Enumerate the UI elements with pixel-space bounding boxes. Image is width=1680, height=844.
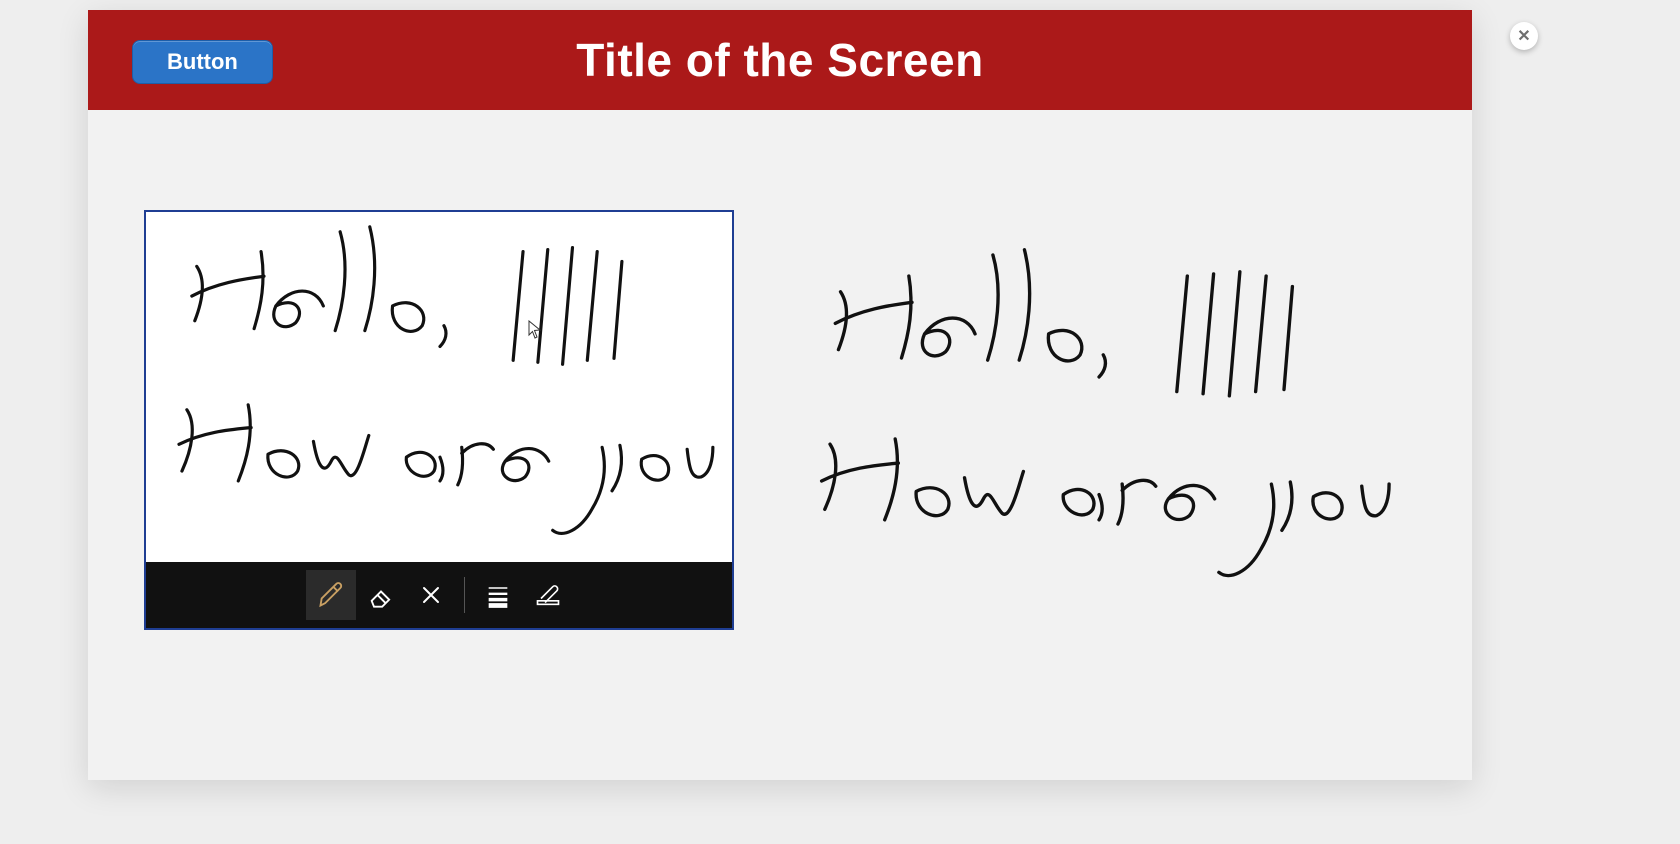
content-body bbox=[88, 110, 1472, 780]
page-title: Title of the Screen bbox=[88, 33, 1472, 87]
signature-toolbar bbox=[146, 562, 732, 628]
eraser-tool-icon[interactable] bbox=[356, 570, 406, 620]
signature-preview bbox=[788, 210, 1408, 630]
line-weight-tool-icon[interactable] bbox=[473, 570, 523, 620]
edit-text-tool-icon[interactable] bbox=[523, 570, 573, 620]
header-bar: Button Title of the Screen bbox=[88, 10, 1472, 110]
toolbar-separator bbox=[464, 577, 465, 613]
clear-tool-icon[interactable] bbox=[406, 570, 456, 620]
signature-pad[interactable] bbox=[144, 210, 734, 630]
pen-tool-icon[interactable] bbox=[306, 570, 356, 620]
modal-panel: Button Title of the Screen bbox=[88, 10, 1472, 780]
cursor-icon bbox=[528, 320, 542, 340]
close-icon: ✕ bbox=[1517, 26, 1530, 46]
header-button[interactable]: Button bbox=[132, 40, 273, 84]
handwriting-canvas[interactable] bbox=[146, 212, 732, 562]
close-button[interactable]: ✕ bbox=[1510, 22, 1538, 50]
